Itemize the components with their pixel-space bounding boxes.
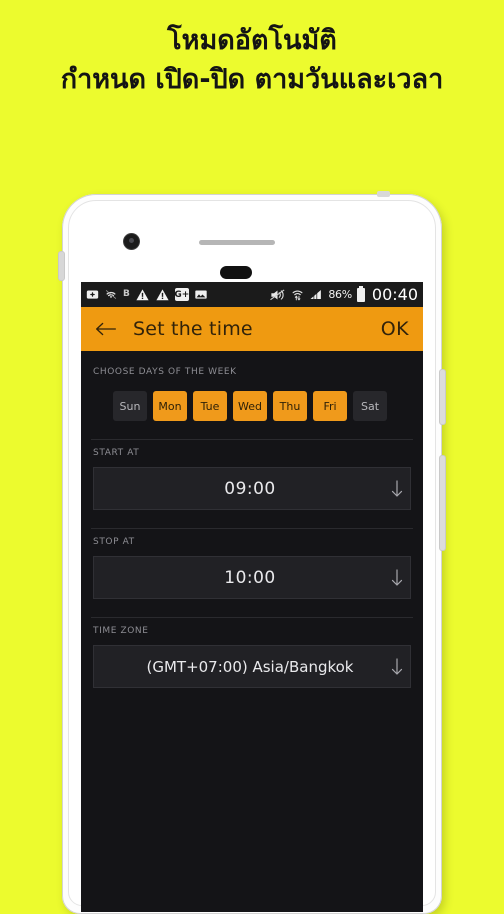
- warning-triangle-icon: [135, 288, 150, 302]
- ok-button[interactable]: OK: [381, 318, 409, 340]
- stop-at-field[interactable]: 10:00: [93, 556, 411, 599]
- app-bar: Set the time OK: [81, 307, 423, 351]
- status-bar: B G+ 86% 00:40: [81, 282, 423, 307]
- settings-content: CHOOSE DAYS OF THE WEEK Sun Mon Tue Wed …: [81, 351, 423, 912]
- days-section-label: CHOOSE DAYS OF THE WEEK: [93, 367, 237, 377]
- day-chip-wed[interactable]: Wed: [233, 391, 267, 421]
- wifi-transfer-icon: [291, 288, 304, 302]
- phone-mockup: B G+ 86% 00:40 Set the time OK CHOOSE DA…: [59, 191, 445, 914]
- chevron-down-icon[interactable]: [384, 568, 410, 587]
- day-selector: Sun Mon Tue Wed Thu Fri Sat: [81, 377, 423, 421]
- left-side-button[interactable]: [59, 252, 64, 280]
- poster-canvas: โหมดอัตโนมัติ กำหนด เปิด-ปิด ตามวันและเว…: [0, 0, 504, 914]
- day-chip-tue[interactable]: Tue: [193, 391, 227, 421]
- google-plus-icon: G+: [174, 288, 190, 301]
- poster-headline: โหมดอัตโนมัติ กำหนด เปิด-ปิด ตามวันและเว…: [0, 24, 504, 97]
- back-arrow-icon[interactable]: [95, 318, 117, 340]
- signal-bars-icon: [309, 288, 323, 301]
- chevron-down-icon[interactable]: [384, 657, 410, 676]
- volume-button[interactable]: [440, 370, 445, 424]
- warning-triangle-icon: [155, 288, 170, 302]
- day-chip-sun[interactable]: Sun: [113, 391, 147, 421]
- phone-screen: B G+ 86% 00:40 Set the time OK CHOOSE DA…: [81, 282, 423, 912]
- chevron-down-icon[interactable]: [384, 479, 410, 498]
- start-at-field[interactable]: 09:00: [93, 467, 411, 510]
- bluetooth-icon: B: [123, 289, 130, 299]
- day-chip-fri[interactable]: Fri: [313, 391, 347, 421]
- time-zone-label: TIME ZONE: [93, 626, 149, 636]
- status-bar-clock: 00:40: [371, 285, 418, 304]
- battery-percent-label: 86%: [328, 288, 352, 301]
- page-title: Set the time: [133, 318, 253, 340]
- start-at-value: 09:00: [224, 478, 276, 499]
- stop-at-label: STOP AT: [93, 537, 135, 547]
- headline-line-2: กำหนด เปิด-ปิด ตามวันและเวลา: [60, 63, 444, 95]
- image-icon: [194, 288, 208, 301]
- stop-at-value: 10:00: [224, 567, 276, 588]
- battery-icon: [356, 285, 365, 302]
- proximity-sensor: [220, 266, 252, 279]
- mute-icon: [269, 288, 286, 302]
- headline-line-1: โหมดอัตโนมัติ: [167, 25, 337, 56]
- power-button[interactable]: [440, 456, 445, 550]
- top-edge-nub: [377, 191, 390, 197]
- wifi-disabled-icon: [104, 288, 118, 301]
- day-chip-thu[interactable]: Thu: [273, 391, 307, 421]
- start-at-label: START AT: [93, 448, 140, 458]
- sd-card-icon: [86, 288, 99, 301]
- time-zone-value: (GMT+07:00) Asia/Bangkok: [146, 657, 354, 676]
- day-chip-mon[interactable]: Mon: [153, 391, 187, 421]
- time-zone-field[interactable]: (GMT+07:00) Asia/Bangkok: [93, 645, 411, 688]
- earpiece-speaker: [199, 240, 275, 245]
- front-camera-icon: [124, 234, 139, 249]
- day-chip-sat[interactable]: Sat: [353, 391, 387, 421]
